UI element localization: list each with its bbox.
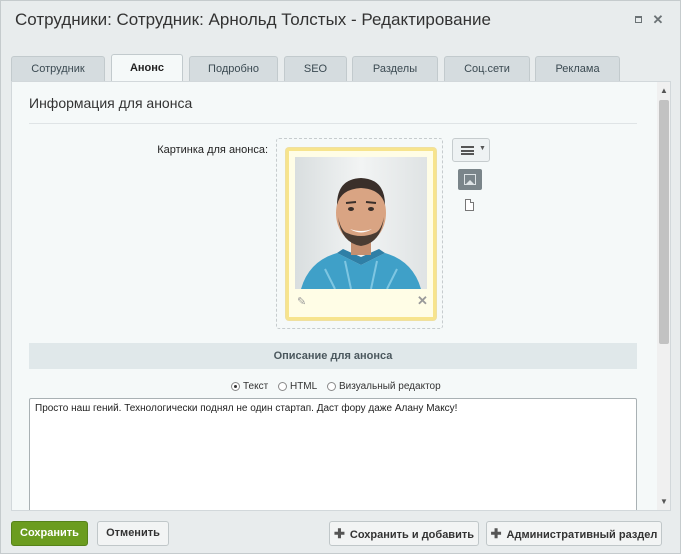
cancel-button[interactable]: Отменить	[97, 521, 169, 546]
mode-text-label: Текст	[243, 381, 269, 392]
save-and-add-button[interactable]: ✚ Сохранить и добавить	[329, 521, 479, 546]
description-header: Описание для анонса	[29, 343, 637, 369]
tab-announcement[interactable]: Анонс	[111, 54, 183, 83]
scroll-down-icon[interactable]: ▼	[657, 495, 670, 509]
tab-advertising[interactable]: Реклама	[535, 56, 620, 82]
tab-seo[interactable]: SEO	[284, 56, 347, 82]
description-mode-group: Текст HTML Визуальный редактор	[231, 381, 448, 395]
save-and-add-label: Сохранить и добавить	[349, 529, 474, 541]
tab-bar: Сотрудник Анонс Подробно SEO Разделы Соц…	[11, 54, 671, 83]
plus-icon: ✚	[490, 526, 502, 541]
picture-dropzone[interactable]: ✎ ✕	[276, 138, 443, 329]
dialog-titlebar[interactable]: Сотрудники: Сотрудник: Арнольд Толстых -…	[1, 1, 680, 39]
scrollbar[interactable]: ▲ ▼	[657, 82, 670, 510]
description-textarea[interactable]: Просто наш гений. Технологически поднял …	[29, 398, 637, 510]
mode-visual-radio[interactable]: Визуальный редактор	[326, 381, 441, 392]
image-icon[interactable]	[458, 169, 482, 190]
pencil-icon[interactable]: ✎	[297, 295, 309, 308]
dialog-title: Сотрудники: Сотрудник: Арнольд Толстых -…	[15, 10, 491, 29]
edit-dialog: Сотрудники: Сотрудник: Арнольд Толстых -…	[0, 0, 681, 554]
close-icon[interactable]: ✕	[652, 13, 664, 26]
maximize-icon[interactable]	[632, 14, 644, 26]
mode-html-label: HTML	[289, 381, 318, 392]
plus-icon: ✚	[334, 526, 345, 541]
admin-section-label: Административный раздел	[506, 529, 658, 541]
scroll-up-icon[interactable]: ▲	[657, 84, 670, 98]
employee-photo	[295, 157, 427, 289]
mode-html-radio[interactable]: HTML	[277, 381, 318, 392]
dialog-footer: Сохранить Отменить ✚ Сохранить и добавить…	[1, 515, 680, 553]
tab-content-panel: Информация для анонса Картинка для анонс…	[11, 81, 671, 511]
tab-employee[interactable]: Сотрудник	[11, 56, 105, 82]
scrollbar-thumb[interactable]	[659, 100, 669, 344]
mode-visual-label: Визуальный редактор	[338, 381, 441, 392]
section-divider	[29, 123, 637, 124]
tab-social[interactable]: Соц.сети	[444, 56, 530, 82]
tab-details[interactable]: Подробно	[189, 56, 278, 82]
file-icon[interactable]	[465, 199, 474, 211]
picture-preview[interactable]: ✎ ✕	[286, 148, 436, 320]
picture-label: Картинка для анонса:	[157, 144, 268, 156]
hamburger-menu-icon	[461, 146, 474, 155]
close-icon[interactable]: ✕	[417, 293, 429, 308]
hamburger-menu-button[interactable]: ▼	[452, 138, 490, 162]
admin-section-button[interactable]: ✚ Административный раздел	[486, 521, 662, 546]
chevron-down-icon: ▼	[479, 145, 486, 152]
mode-text-radio[interactable]: Текст	[231, 381, 268, 392]
tab-sections[interactable]: Разделы	[352, 56, 438, 82]
save-button[interactable]: Сохранить	[11, 521, 88, 546]
section-title: Информация для анонса	[29, 95, 193, 111]
